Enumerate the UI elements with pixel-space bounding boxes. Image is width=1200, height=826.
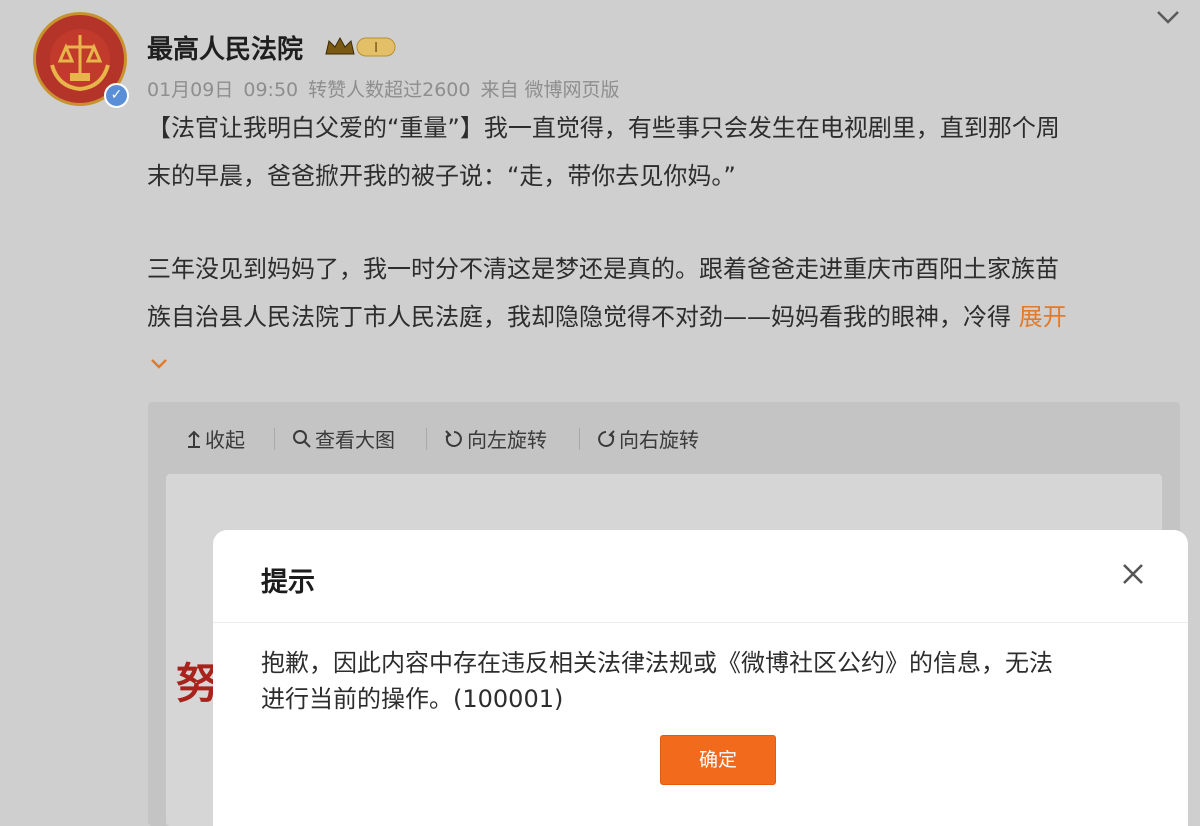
- dialog-message-line: 抱歉，因此内容中存在违反相关法律法规或《微博社区公约》的信息，无法: [261, 649, 1053, 677]
- rotate-right-label: 向右旋转: [619, 428, 699, 452]
- view-large-label: 查看大图: [315, 428, 395, 452]
- post-text-line-content: 族自治县人民法院丁市人民法庭，我却隐隐觉得不对劲——妈妈看我的眼神，冷得: [147, 303, 1019, 331]
- post-meta: 01月09日 09:50 转赞人数超过2600 来自 微博网页版: [147, 75, 630, 102]
- chevron-down-icon[interactable]: [148, 356, 170, 372]
- username[interactable]: 最高人民法院: [147, 29, 303, 66]
- arrow-up-icon: [188, 430, 200, 448]
- post-text-line: 【法官让我明白父爱的“重量”】我一直觉得，有些事只会发生在电视剧里，直到那个周: [147, 114, 1060, 142]
- toolbar-divider: [274, 428, 275, 450]
- badge-level: I: [374, 41, 378, 56]
- chevron-down-icon[interactable]: [1153, 6, 1183, 28]
- repost-like-stat: 转赞人数超过2600: [308, 79, 471, 101]
- close-icon[interactable]: [1120, 561, 1146, 587]
- post-date[interactable]: 01月09日: [147, 79, 233, 101]
- rotate-left-label: 向左旋转: [467, 428, 547, 452]
- collapse-image-button[interactable]: 收起: [186, 424, 245, 453]
- confirm-button[interactable]: 确定: [660, 735, 776, 785]
- toolbar-divider: [579, 428, 580, 450]
- verified-icon: ✓: [104, 83, 129, 108]
- magnifier-icon: [293, 429, 311, 448]
- image-partial-text: 努: [176, 659, 219, 708]
- post-time[interactable]: 09:50: [243, 79, 298, 101]
- toolbar-divider: [426, 428, 427, 450]
- dialog-divider: [213, 622, 1188, 623]
- rotate-left-button[interactable]: 向左旋转: [444, 424, 547, 453]
- dialog-message: 抱歉，因此内容中存在违反相关法律法规或《微博社区公约》的信息，无法 进行当前的操…: [261, 645, 1161, 717]
- crown-icon[interactable]: I: [323, 34, 397, 60]
- rotate-left-icon: [445, 429, 462, 447]
- view-large-image-button[interactable]: 查看大图: [292, 424, 395, 453]
- dialog-title: 提示: [261, 567, 315, 598]
- expand-link[interactable]: 展开: [1019, 303, 1067, 331]
- post-text-line: 末的早晨，爸爸掀开我的被子说：“走，带你去见你妈。”: [147, 162, 736, 190]
- post-text-line: 族自治县人民法院丁市人民法庭，我却隐隐觉得不对劲——妈妈看我的眼神，冷得 展开: [147, 298, 1187, 336]
- dialog-message-line: 进行当前的操作。(100001): [261, 685, 564, 713]
- post-text-line: 三年没见到妈妈了，我一时分不清这是梦还是真的。跟着爸爸走进重庆市酉阳土家族苗: [147, 255, 1059, 283]
- collapse-label: 收起: [205, 428, 245, 452]
- post-source: 来自 微博网页版: [480, 79, 620, 101]
- rotate-right-button[interactable]: 向右旋转: [596, 424, 699, 453]
- rotate-right-icon: [598, 429, 615, 447]
